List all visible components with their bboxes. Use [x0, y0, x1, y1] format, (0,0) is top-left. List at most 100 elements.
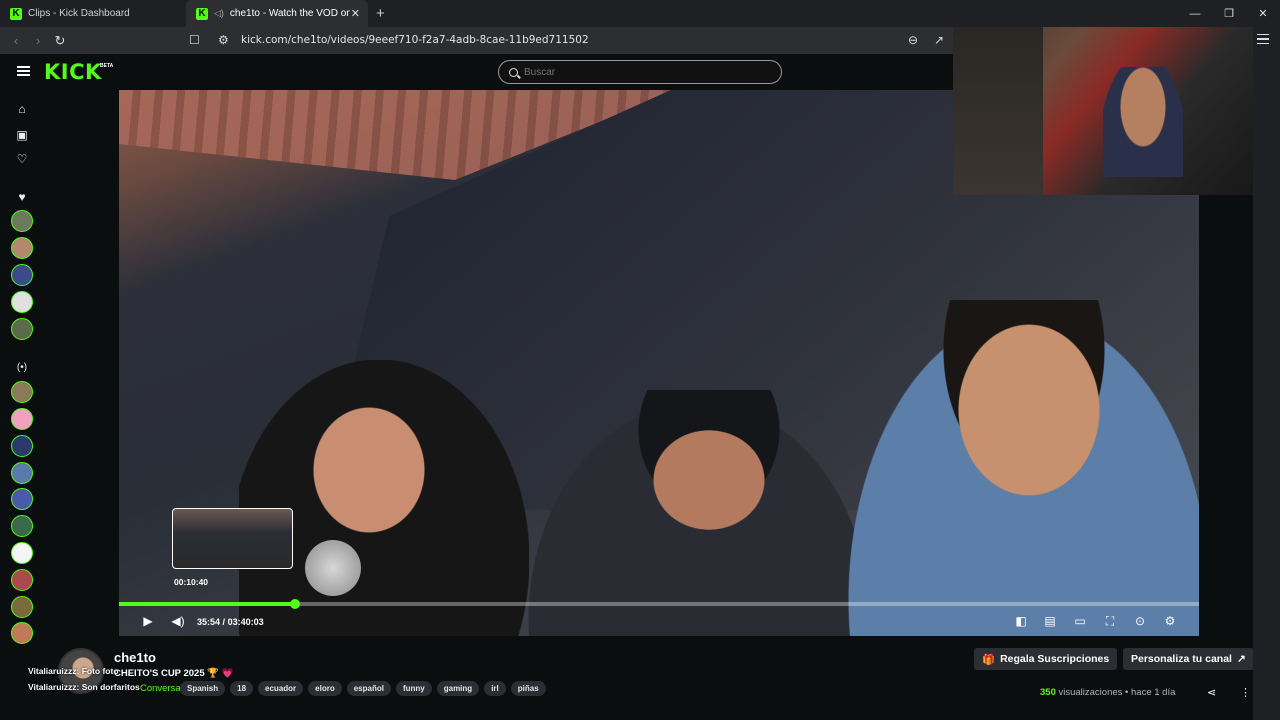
settings-gear-icon[interactable]: ⚙: [1161, 614, 1179, 628]
followed-channel-avatar[interactable]: [11, 318, 33, 340]
zoom-icon[interactable]: ⊖: [908, 33, 918, 47]
forward-icon[interactable]: ›: [27, 33, 49, 48]
tag[interactable]: piñas: [510, 681, 546, 696]
playback-speed-icon[interactable]: ⊙: [1131, 614, 1149, 628]
hamburger-menu-icon[interactable]: [17, 66, 30, 76]
tab-label: Clips - Kick Dashboard: [28, 8, 130, 19]
gift-subs-button[interactable]: 🎁 Regala Suscripciones: [974, 648, 1118, 670]
seek-preview-time: 00:10:40: [174, 577, 209, 587]
gift-icon: 🎁: [982, 653, 996, 666]
tag[interactable]: funny: [395, 681, 432, 696]
tag[interactable]: ecuador: [258, 681, 304, 696]
top-navigation: KICK BETA: [0, 54, 953, 90]
total-duration: 03:40:03: [227, 617, 264, 627]
chat-text: : Son dorfaritos: [76, 682, 140, 692]
time-separator: /: [222, 617, 226, 627]
close-window-icon[interactable]: ✕: [1246, 0, 1280, 27]
beta-label: BETA: [100, 63, 114, 69]
reload-icon[interactable]: ↻: [49, 33, 71, 49]
seek-preview-thumbnail: [172, 508, 293, 569]
followed-channels-icon: ♥: [18, 190, 26, 204]
view-count: 350: [1040, 687, 1056, 698]
followed-channel-avatar[interactable]: [11, 264, 33, 286]
search-box[interactable]: [498, 60, 782, 84]
player-controls: ▶ ◀) 35:54 / 03:40:03 ◧ ▤ ▭ ⛶ ⊙ ⚙: [119, 612, 1199, 634]
browser-side-panel: [1253, 27, 1280, 720]
fullscreen-icon[interactable]: ⛶: [1101, 614, 1119, 629]
recommended-channel-avatar[interactable]: [11, 488, 33, 510]
browse-icon[interactable]: ▣: [15, 128, 29, 142]
tag[interactable]: irl: [484, 681, 506, 696]
close-tab-icon[interactable]: ✕: [351, 7, 360, 20]
theater-mode-icon[interactable]: ▭: [1071, 614, 1089, 628]
chat-username: Vitaliaruizzz: [28, 682, 77, 692]
chat-overlay-message: Vitaliaruizzz: Foto foto: [28, 666, 119, 676]
search-input[interactable]: [524, 66, 764, 78]
clip-icon[interactable]: ▤: [1041, 614, 1059, 628]
chat-overlay-message: Vitaliaruizzz: Son dorfaritos: [28, 682, 140, 692]
tag[interactable]: 18: [230, 681, 254, 696]
recommended-channel-avatar[interactable]: [11, 569, 33, 591]
recommended-channel-avatar[interactable]: [11, 542, 33, 564]
tab-vod[interactable]: K ◁) che1to - Watch the VOD on K ✕: [186, 0, 368, 27]
back-icon[interactable]: ‹: [5, 33, 27, 48]
recommended-channel-avatar[interactable]: [11, 408, 33, 430]
share-page-icon[interactable]: ↗: [934, 33, 944, 47]
followed-channel-avatar[interactable]: [11, 237, 33, 259]
customize-channel-label: Personaliza tu canal: [1131, 653, 1232, 665]
volume-icon[interactable]: ◀): [169, 614, 187, 628]
more-options-icon[interactable]: ⋮: [1240, 686, 1251, 699]
browser-tabbar: K Clips - Kick Dashboard K ◁) che1to - W…: [0, 0, 1280, 27]
followed-channel-avatar[interactable]: [11, 210, 33, 232]
share-icon[interactable]: ⋖: [1207, 686, 1216, 699]
separator-dot: •: [1125, 687, 1129, 698]
current-time: 35:54: [197, 617, 221, 627]
recommended-live-icon: (•): [16, 362, 28, 373]
play-icon[interactable]: ▶: [139, 614, 157, 628]
channel-name[interactable]: che1to: [114, 650, 156, 665]
site-info-icon[interactable]: ⚙: [218, 33, 229, 47]
tag-list: Spanish 18 ecuador eloro español funny g…: [180, 681, 546, 696]
following-icon[interactable]: ♡: [15, 152, 29, 166]
chat-username: Vitaliaruizzz: [28, 666, 77, 676]
kick-logo[interactable]: KICK: [44, 60, 102, 84]
home-icon[interactable]: ⌂: [15, 102, 29, 116]
progress-fill: [119, 602, 296, 606]
stream-title: CHEITO'S CUP 2025 🏆 💗: [114, 668, 234, 679]
video-frame-microphone: [305, 540, 361, 596]
address-bar: ‹ › ↻ ☐ ⚙ kick.com/che1to/videos/9eeef71…: [0, 27, 953, 54]
time-display: 35:54 / 03:40:03: [197, 617, 264, 627]
minimize-icon[interactable]: —: [1178, 0, 1212, 27]
maximize-icon[interactable]: ❐: [1212, 0, 1246, 27]
recommended-channel-avatar[interactable]: [11, 462, 33, 484]
url-field[interactable]: kick.com/che1to/videos/9eeef710-f2a7-4ad…: [241, 34, 589, 46]
tab-label: che1to - Watch the VOD on K: [229, 8, 350, 19]
new-tab-button[interactable]: +: [376, 5, 385, 22]
speaker-icon[interactable]: ◁): [214, 8, 224, 19]
bookmark-icon[interactable]: ☐: [189, 33, 200, 47]
recommended-channel-avatar[interactable]: [11, 596, 33, 618]
browser-menu-icon[interactable]: [1257, 34, 1269, 44]
pip-video-overlay[interactable]: [953, 27, 1253, 195]
tag[interactable]: eloro: [308, 681, 342, 696]
recommended-channel-avatar[interactable]: [11, 435, 33, 457]
recommended-channel-avatar[interactable]: [11, 515, 33, 537]
tag[interactable]: gaming: [436, 681, 480, 696]
tab-clips[interactable]: K Clips - Kick Dashboard: [0, 0, 186, 27]
kick-favicon-icon: K: [196, 7, 208, 20]
video-frame-person: [239, 360, 529, 636]
video-stats: 350 visualizaciones • hace 1 día: [1040, 687, 1175, 698]
followed-channel-avatar[interactable]: [11, 291, 33, 313]
progress-handle[interactable]: [290, 599, 301, 609]
time-ago: hace 1 día: [1131, 687, 1176, 698]
search-icon: [509, 67, 518, 77]
progress-bar[interactable]: [119, 599, 1199, 609]
kick-favicon-icon: K: [10, 7, 22, 20]
tag[interactable]: Spanish: [180, 681, 226, 696]
customize-channel-button[interactable]: Personaliza tu canal ↗: [1123, 648, 1254, 670]
pip-icon[interactable]: ◧: [1012, 614, 1030, 628]
tag[interactable]: español: [346, 681, 391, 696]
pip-frame-person: [1103, 67, 1183, 177]
external-link-icon: ↗: [1236, 653, 1246, 665]
recommended-channel-avatar[interactable]: [11, 381, 33, 403]
